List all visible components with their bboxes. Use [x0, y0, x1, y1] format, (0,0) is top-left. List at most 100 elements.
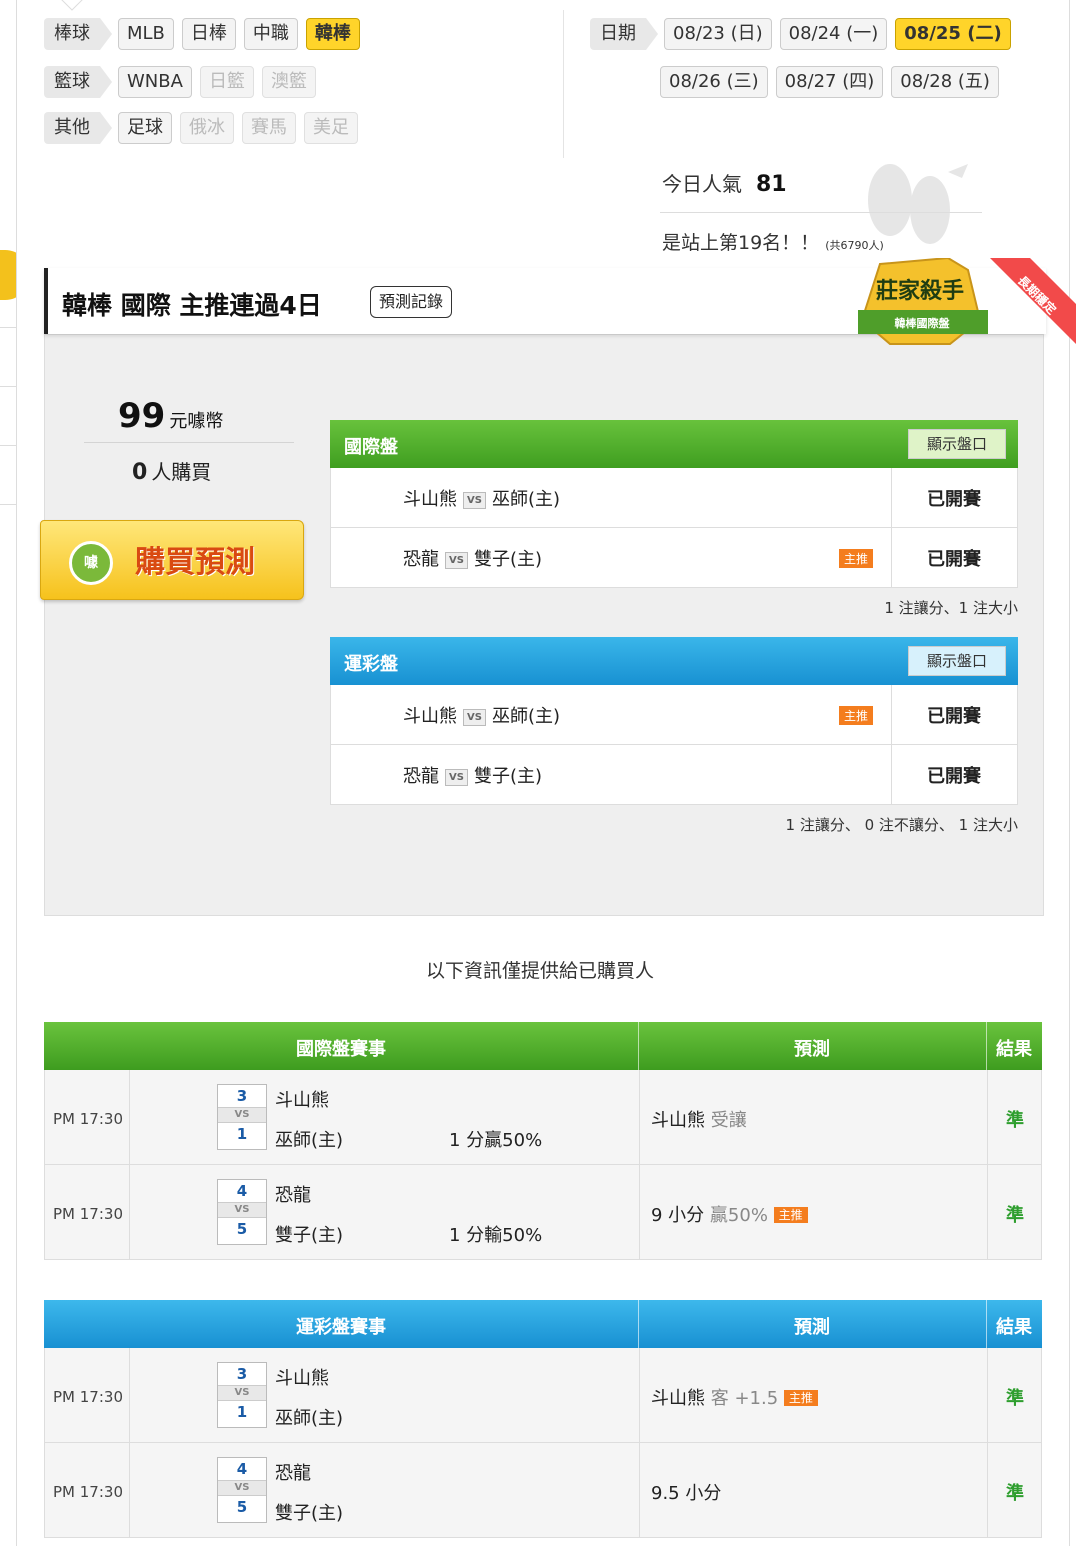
price-currency: 元噱幣 [169, 411, 224, 432]
result-table-header: 運彩盤賽事 預測 結果 [44, 1300, 1042, 1348]
buy-prediction-label: 購買預測 [135, 545, 255, 580]
table-row: PM 17:30 4 VS 5 恐龍 雙子(主) 9.5 小分 準 [44, 1443, 1042, 1538]
market-title: 運彩盤 [344, 654, 398, 675]
sport-category[interactable]: 籃球 [44, 66, 112, 98]
away-score: 4 [236, 1460, 248, 1478]
home-score: 5 [236, 1498, 248, 1516]
price: 99 元噱幣 [118, 396, 223, 436]
date-row-2: 08/26 (三) 08/27 (四) 08/28 (五) [660, 66, 999, 98]
game-time: PM 17:30 [53, 1205, 123, 1223]
home-team: 雙子(主) [473, 549, 542, 570]
sport-chip[interactable]: 日棒 [181, 18, 236, 50]
popularity-value: 81 [756, 172, 787, 197]
home-team: 雙子(主) [275, 1225, 344, 1246]
col-match: 運彩盤賽事 [296, 1317, 386, 1338]
sport-chip[interactable]: 俄冰 [180, 112, 234, 144]
market-title: 國際盤 [344, 437, 398, 458]
away-score: 3 [236, 1365, 248, 1383]
sport-chip[interactable]: 日籃 [199, 66, 254, 98]
sport-chip[interactable]: 澳籃 [261, 66, 316, 98]
cell-separator [639, 1070, 640, 1164]
main-pick-badge: 主推 [783, 1390, 818, 1406]
vs-icon: VS [445, 552, 468, 569]
sport-chip[interactable]: 中職 [243, 18, 298, 50]
sport-chip[interactable]: 美足 [304, 112, 358, 144]
home-team: 雙子(主) [275, 1503, 344, 1524]
matchup: 恐龍 VS 雙子(主) [403, 762, 542, 788]
scoreboard: 3 VS 1 [217, 1084, 267, 1150]
cell-separator [129, 1070, 130, 1164]
date-chip-0825[interactable]: 08/25 (二) [895, 18, 1011, 50]
popularity: 今日人氣 81 [662, 168, 787, 197]
main-pick-badge: 主推 [839, 549, 874, 568]
market-row: 恐龍 VS 雙子(主) 已開賽 [330, 745, 1018, 805]
sport-row-2: 其他 足球 俄冰 賽馬 美足 [44, 112, 358, 144]
col-result: 結果 [996, 1317, 1032, 1338]
prediction-pick: 斗山熊 [651, 1388, 705, 1409]
date-chip-0823[interactable]: 08/23 (日) [664, 18, 772, 50]
home-score: 1 [236, 1125, 248, 1143]
sport-chip[interactable]: MLB [118, 18, 174, 50]
cell-separator [639, 1165, 640, 1259]
vs-icon: VS [218, 1385, 266, 1401]
sport-category[interactable]: 其他 [44, 112, 112, 144]
result-table-header: 國際盤賽事 預測 結果 [44, 1022, 1042, 1070]
prediction-pick: 9 小分 [651, 1205, 705, 1226]
row-separator [891, 468, 892, 527]
date-chip-0826[interactable]: 08/26 (三) [660, 66, 768, 98]
sport-row-1: 籃球 WNBA 日籃 澳籃 [44, 66, 316, 98]
market-row: 恐龍 VS 雙子(主) 主推 已開賽 [330, 528, 1018, 588]
buyer-count: 0 人購買 [132, 456, 211, 485]
cell-separator [639, 1443, 640, 1537]
sport-chip[interactable]: 韓棒 [305, 18, 360, 50]
home-team: 巫師(主) [491, 706, 560, 727]
filter-divider [563, 10, 564, 158]
game-status: 已開賽 [927, 489, 981, 510]
away-team: 斗山熊 [275, 1090, 329, 1111]
handicap-outcome: 1 分贏50% [449, 1130, 543, 1151]
vs-icon: VS [445, 769, 468, 786]
buy-prediction-button[interactable]: 噱 購買預測 [40, 520, 304, 600]
badge-sub: 韓棒國際盤 [895, 316, 951, 330]
result-status: 準 [1006, 1205, 1024, 1226]
away-score: 3 [236, 1087, 248, 1105]
vs-icon: VS [463, 492, 486, 509]
rank-label: 是站上第19名！！ [662, 232, 820, 254]
date-chip-0827[interactable]: 08/27 (四) [775, 66, 884, 98]
away-team: 斗山熊 [275, 1368, 329, 1389]
sport-chip[interactable]: 賽馬 [242, 112, 296, 144]
col-match: 國際盤賽事 [296, 1039, 386, 1060]
coin-icon: 噱 [69, 541, 113, 585]
table-row: PM 17:30 3 VS 1 斗山熊 巫師(主) 1 分贏50% 斗山熊 受讓 準 [44, 1070, 1042, 1165]
game-time: PM 17:30 [53, 1388, 123, 1406]
sport-chip[interactable]: WNBA [118, 66, 192, 98]
popularity-label: 今日人氣 [662, 172, 742, 196]
buyers-unit: 人購買 [151, 460, 212, 484]
header-separator [638, 1300, 639, 1348]
sport-category[interactable]: 棒球 [44, 18, 112, 50]
banker-killer-badge: 莊家殺手 韓棒國際盤 長期穩定 [858, 258, 1076, 345]
main-pick-badge: 主推 [773, 1207, 808, 1223]
price-divider [84, 442, 294, 443]
market-blue: 運彩盤 顯示盤口 斗山熊 VS 巫師(主) 主推 已開賽 恐龍 VS 雙子(主) 已開賽 [330, 637, 1018, 805]
prediction-pick: 斗山熊 [651, 1110, 705, 1131]
market-green: 國際盤 顯示盤口 斗山熊 VS 巫師(主) 已開賽 恐龍 VS 雙子(主) 主推 已開賽 [330, 420, 1018, 588]
game-status: 已開賽 [927, 706, 981, 727]
row-separator [891, 745, 892, 804]
prediction: 9.5 小分 [651, 1479, 721, 1505]
scoreboard: 3 VS 1 [217, 1362, 267, 1428]
prediction-pick: 9.5 小分 [651, 1483, 722, 1504]
market-row: 斗山熊 VS 巫師(主) 已開賽 [330, 468, 1018, 528]
vs-icon: VS [218, 1202, 266, 1218]
show-odds-button[interactable]: 顯示盤口 [907, 429, 1006, 459]
header-separator [986, 1022, 987, 1070]
scoreboard: 4 VS 5 [217, 1457, 267, 1523]
result-table-blue: 運彩盤賽事 預測 結果 PM 17:30 3 VS 1 斗山熊 巫師(主) 斗山熊 客 +1.5 … [44, 1300, 1042, 1538]
sport-chip[interactable]: 足球 [118, 112, 172, 144]
date-chip-0828[interactable]: 08/28 (五) [891, 66, 999, 98]
record-button[interactable]: 預測記錄 [370, 286, 453, 318]
row-separator [891, 528, 892, 587]
col-prediction: 預測 [794, 1039, 830, 1060]
show-odds-button[interactable]: 顯示盤口 [907, 646, 1006, 676]
date-chip-0824[interactable]: 08/24 (一) [779, 18, 888, 50]
